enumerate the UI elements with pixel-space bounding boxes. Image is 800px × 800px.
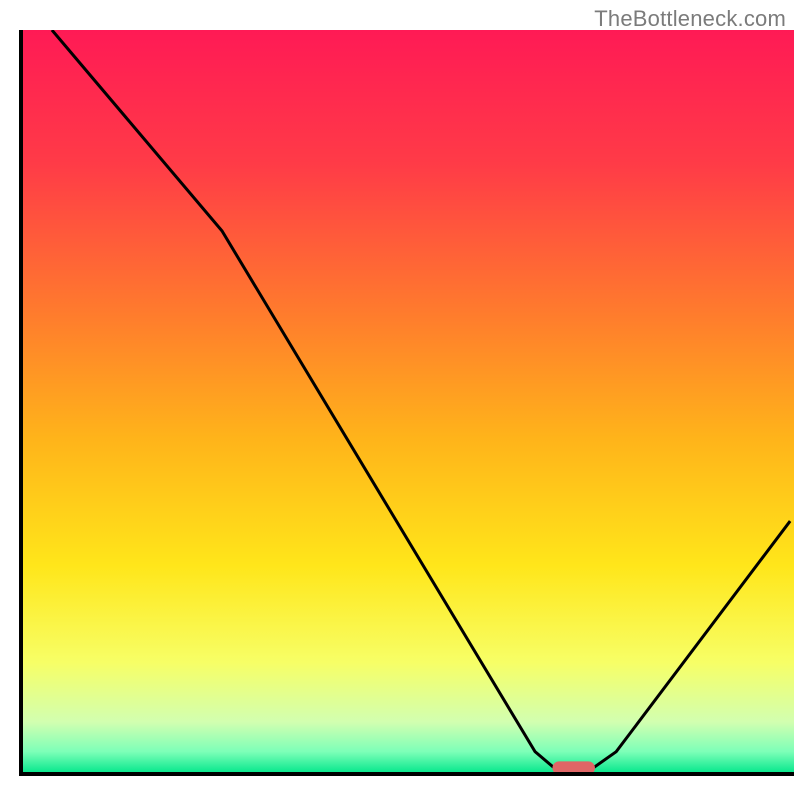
bottleneck-chart [0, 0, 800, 800]
watermark-text: TheBottleneck.com [594, 6, 786, 32]
gradient-background [21, 30, 794, 774]
chart-container: TheBottleneck.com [0, 0, 800, 800]
